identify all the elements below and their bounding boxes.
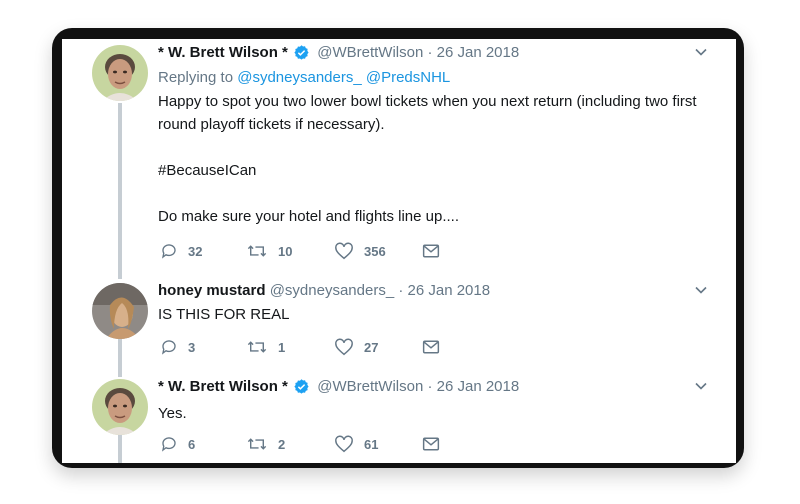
thread-line bbox=[118, 103, 122, 279]
reply-icon bbox=[161, 340, 176, 355]
like-icon bbox=[335, 435, 353, 453]
direct-message-icon bbox=[422, 244, 440, 258]
tweet-text: Yes. bbox=[158, 405, 187, 422]
like-count: 27 bbox=[364, 339, 379, 355]
retweet-button[interactable]: 2 bbox=[246, 435, 334, 453]
replying-to: Replying to @sydneysanders_ @PredsNHL bbox=[158, 69, 708, 86]
tweet: * W. Brett Wilson * @WBrettWilson · 26 J… bbox=[158, 377, 708, 425]
like-button[interactable]: 356 bbox=[334, 242, 422, 260]
author-name[interactable]: * W. Brett Wilson * bbox=[158, 378, 288, 395]
tweet-actions: 32 10 356 bbox=[160, 241, 450, 261]
author-name[interactable]: * W. Brett Wilson * bbox=[158, 44, 288, 61]
direct-message-button[interactable] bbox=[422, 339, 450, 355]
avatar[interactable] bbox=[92, 379, 148, 435]
author-handle[interactable]: @WBrettWilson bbox=[317, 378, 423, 395]
retweet-count: 10 bbox=[278, 243, 293, 259]
reply-button[interactable]: 6 bbox=[160, 435, 246, 453]
reply-count: 3 bbox=[188, 339, 196, 355]
chevron-down-icon[interactable] bbox=[694, 45, 708, 65]
like-button[interactable]: 27 bbox=[334, 338, 422, 356]
like-icon bbox=[335, 338, 353, 356]
retweet-count: 1 bbox=[278, 339, 286, 355]
tweet-date[interactable]: 26 Jan 2018 bbox=[408, 282, 491, 299]
tweet-thread: * W. Brett Wilson * @WBrettWilson · 26 J… bbox=[62, 39, 736, 463]
tweet-header: * W. Brett Wilson * @WBrettWilson · 26 J… bbox=[158, 43, 708, 66]
reply-icon bbox=[161, 244, 176, 259]
tweet-date[interactable]: 26 Jan 2018 bbox=[437, 378, 520, 395]
like-icon bbox=[335, 242, 353, 260]
retweet-icon bbox=[247, 438, 267, 450]
like-count: 356 bbox=[364, 243, 386, 259]
thread-line bbox=[118, 337, 122, 377]
direct-message-icon bbox=[422, 437, 440, 451]
reply-button[interactable]: 32 bbox=[160, 242, 246, 260]
avatar[interactable] bbox=[92, 283, 148, 339]
direct-message-icon bbox=[422, 340, 440, 354]
tweet-actions: 3 1 27 bbox=[160, 337, 450, 357]
replying-label: Replying to bbox=[158, 69, 234, 86]
author-handle[interactable]: @sydneysanders_ bbox=[270, 282, 394, 299]
reply-button[interactable]: 3 bbox=[160, 338, 246, 356]
separator: · bbox=[427, 44, 433, 61]
retweet-icon bbox=[247, 245, 267, 257]
tweet-text: IS THIS FOR REAL bbox=[158, 306, 290, 323]
retweet-count: 2 bbox=[278, 436, 286, 452]
direct-message-button[interactable] bbox=[422, 243, 450, 259]
verified-badge-icon bbox=[294, 45, 309, 66]
tweet-header: * W. Brett Wilson * @WBrettWilson · 26 J… bbox=[158, 377, 708, 400]
reply-count: 32 bbox=[188, 243, 203, 259]
chevron-down-icon[interactable] bbox=[694, 283, 708, 303]
separator: · bbox=[398, 282, 404, 299]
reply-icon bbox=[161, 437, 176, 452]
verified-badge-icon bbox=[294, 379, 309, 400]
author-handle[interactable]: @WBrettWilson bbox=[317, 44, 423, 61]
reply-handles-link[interactable]: @sydneysanders_ @PredsNHL bbox=[237, 69, 450, 86]
tweet: * W. Brett Wilson * @WBrettWilson · 26 J… bbox=[158, 43, 708, 228]
chevron-down-icon[interactable] bbox=[694, 379, 708, 399]
retweet-icon bbox=[247, 341, 267, 353]
tweet-text: Happy to spot you two lower bowl tickets… bbox=[158, 93, 697, 225]
author-name[interactable]: honey mustard bbox=[158, 282, 266, 299]
retweet-button[interactable]: 10 bbox=[246, 242, 334, 260]
tweet: honey mustard @sydneysanders_ · 26 Jan 2… bbox=[158, 281, 708, 326]
tweet-header: honey mustard @sydneysanders_ · 26 Jan 2… bbox=[158, 281, 708, 301]
reply-count: 6 bbox=[188, 436, 196, 452]
direct-message-button[interactable] bbox=[422, 436, 450, 452]
tweet-actions: 6 2 61 bbox=[160, 434, 450, 454]
avatar[interactable] bbox=[92, 45, 148, 101]
thread-line bbox=[118, 433, 122, 463]
retweet-button[interactable]: 1 bbox=[246, 338, 334, 356]
tweet-date[interactable]: 26 Jan 2018 bbox=[437, 44, 520, 61]
like-count: 61 bbox=[364, 436, 379, 452]
separator: · bbox=[427, 378, 433, 395]
like-button[interactable]: 61 bbox=[334, 435, 422, 453]
